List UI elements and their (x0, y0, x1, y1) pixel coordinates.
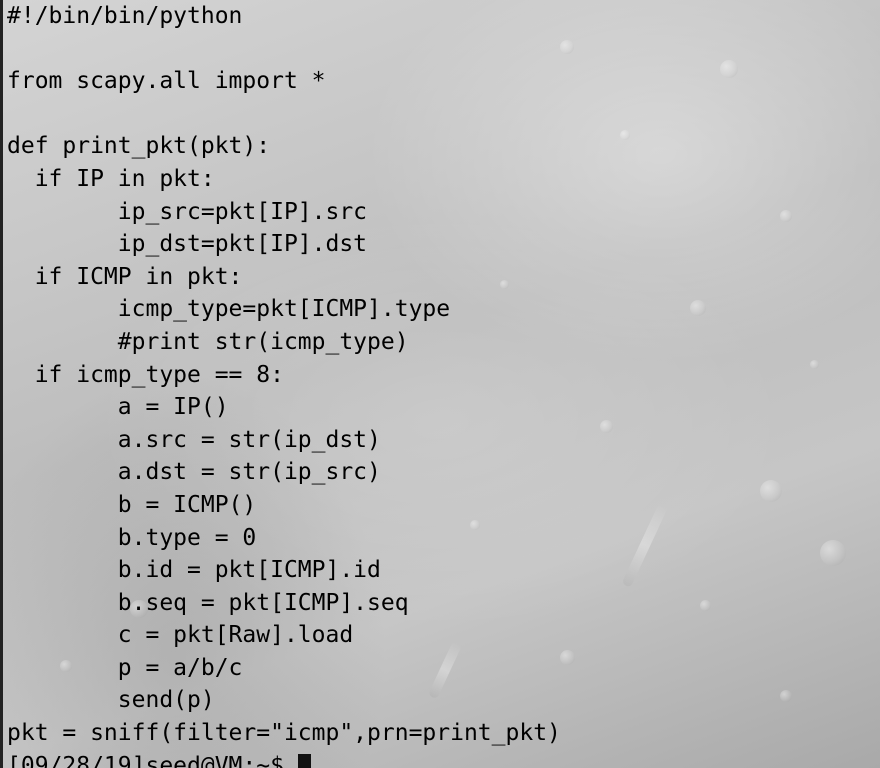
water-drop (780, 690, 792, 702)
water-drop (620, 130, 630, 140)
code-line: b.id = pkt[ICMP].id (7, 557, 381, 584)
water-streak (621, 502, 669, 588)
code-line: if ICMP in pkt: (7, 263, 243, 290)
water-drop (820, 540, 846, 566)
code-line: a = IP() (7, 394, 229, 421)
code-line: a.src = str(ip_dst) (7, 426, 381, 453)
water-drop (720, 60, 738, 78)
code-line: ip_dst=pkt[IP].dst (7, 231, 368, 258)
water-drop (810, 360, 819, 369)
code-line: b = ICMP() (7, 491, 257, 518)
water-drop (700, 600, 711, 611)
code-editor-text[interactable]: #!/bin/bin/python from scapy.all import *… (7, 0, 561, 750)
code-line: ip_src=pkt[IP].src (7, 198, 368, 225)
water-drop (760, 480, 782, 502)
code-line: if icmp_type == 8: (7, 361, 284, 388)
code-line: def print_pkt(pkt): (7, 133, 271, 160)
code-line: icmp_type=pkt[ICMP].type (7, 296, 451, 323)
code-line: from scapy.all import * (7, 68, 326, 95)
water-drop (560, 650, 575, 665)
code-line: #print str(icmp_type) (7, 328, 409, 355)
code-line: if IP in pkt: (7, 165, 215, 192)
code-line: c = pkt[Raw].load (7, 622, 354, 649)
shell-prompt: [09/28/19]seed@VM:~$ (7, 753, 298, 768)
code-line: #!/bin/bin/python (7, 3, 243, 29)
code-line: p = a/b/c (7, 654, 243, 681)
water-drop (560, 40, 574, 54)
code-line: send(p) (7, 687, 215, 714)
shell-prompt-line[interactable]: [09/28/19]seed@VM:~$ (7, 754, 311, 768)
water-drop (600, 420, 613, 433)
code-line: a.dst = str(ip_src) (7, 459, 381, 486)
code-line: pkt = sniff(filter="icmp",prn=print_pkt) (7, 720, 561, 747)
water-drop (690, 300, 706, 316)
terminal-window[interactable]: #!/bin/bin/python from scapy.all import *… (0, 0, 880, 768)
code-line: b.type = 0 (7, 524, 257, 551)
text-cursor (297, 754, 311, 768)
terminal-left-border (0, 0, 3, 768)
code-line: b.seq = pkt[ICMP].seq (7, 589, 409, 616)
water-drop (780, 210, 792, 222)
